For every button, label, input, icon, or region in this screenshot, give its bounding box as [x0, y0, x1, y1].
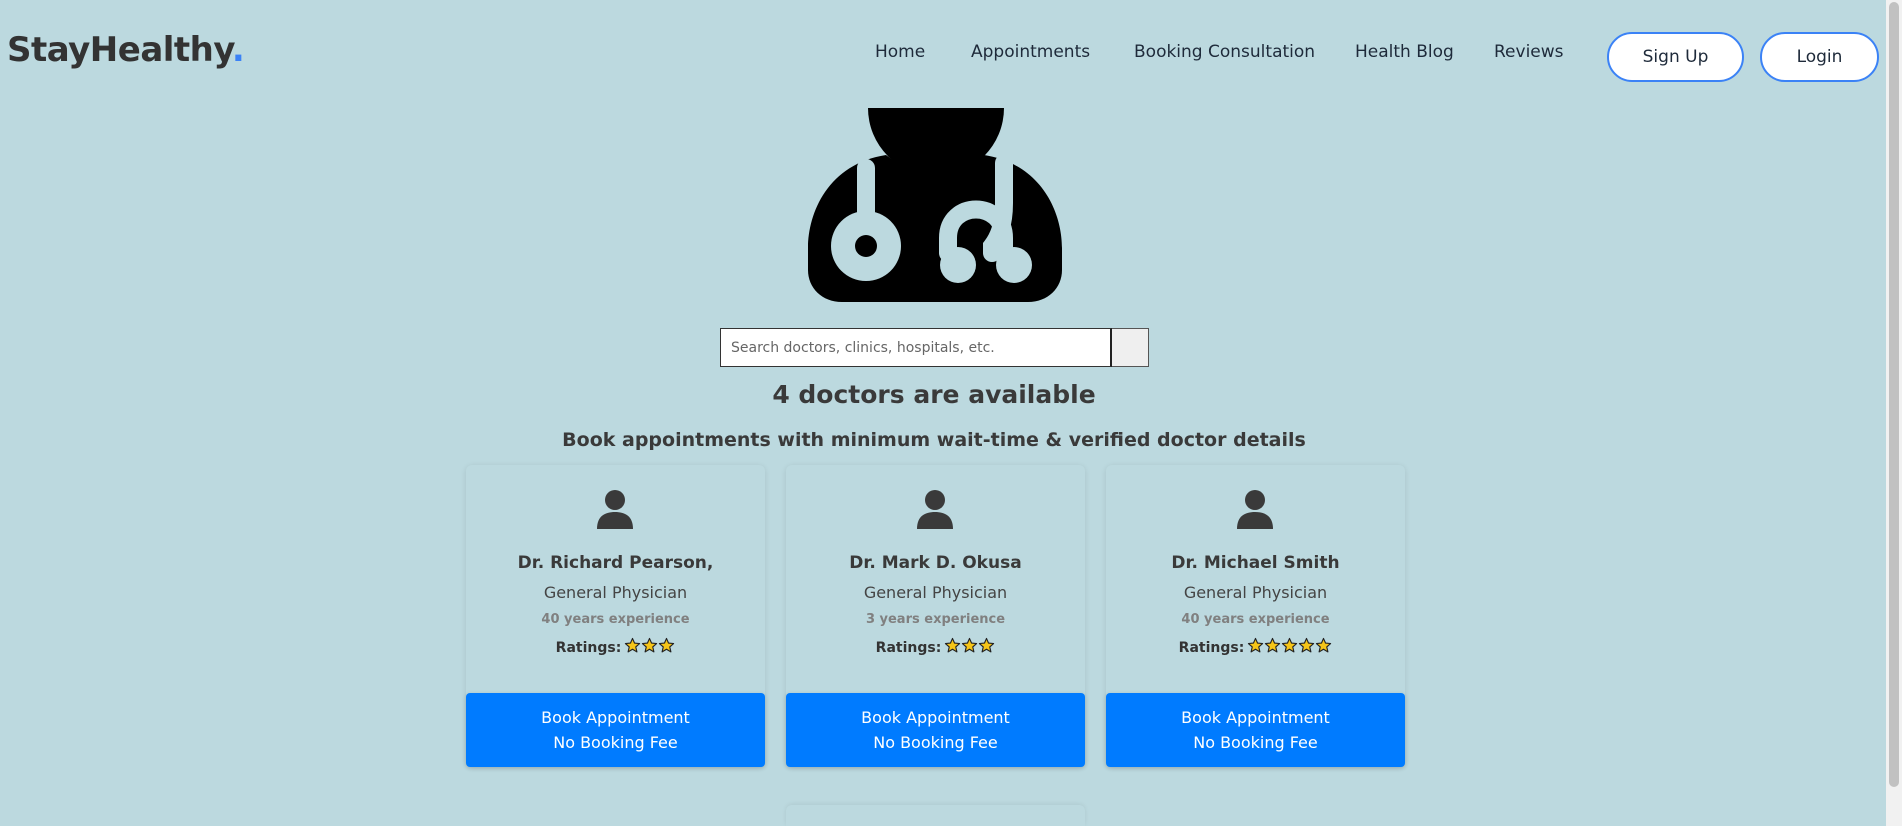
doctors-available-heading: 4 doctors are available: [772, 380, 1096, 409]
doctor-stethoscope-icon: [808, 108, 1062, 302]
doctor-card-partial: [786, 805, 1085, 826]
doctor-name: Dr. Mark D. Okusa: [849, 553, 1022, 573]
book-button-line2: No Booking Fee: [553, 733, 678, 752]
search-bar: [720, 328, 1149, 367]
star-icon: [1248, 637, 1264, 653]
book-button-line1: Book Appointment: [1181, 708, 1330, 727]
book-button-line2: No Booking Fee: [873, 733, 998, 752]
star-icon: [1265, 637, 1281, 653]
doctor-name: Dr. Michael Smith: [1171, 553, 1340, 573]
doctor-card: Dr. Richard Pearson, General Physician 4…: [466, 465, 765, 767]
star-icon: [1299, 637, 1315, 653]
doctor-name: Dr. Richard Pearson,: [517, 553, 714, 573]
book-appointment-button[interactable]: Book Appointment No Booking Fee: [786, 693, 1085, 767]
star-icon: [1282, 637, 1298, 653]
star-icon: [642, 637, 658, 653]
doctor-rating: Ratings:: [786, 637, 1085, 658]
doctor-speciality: General Physician: [543, 583, 688, 602]
nav-link-reviews[interactable]: Reviews: [1494, 42, 1564, 62]
book-button-line1: Book Appointment: [861, 708, 1010, 727]
logo-text: StayHealthy: [7, 30, 232, 70]
nav-link-health-blog[interactable]: Health Blog: [1355, 42, 1454, 62]
logo[interactable]: StayHealthy.: [7, 30, 245, 70]
doctor-card: Dr. Mark D. Okusa General Physician 3 ye…: [786, 465, 1085, 767]
doctor-experience: 3 years experience: [865, 612, 1006, 627]
ratings-label: Ratings:: [555, 639, 622, 656]
rating-stars: [624, 637, 675, 658]
search-button[interactable]: [1112, 328, 1149, 367]
doctor-rating: Ratings:: [466, 637, 765, 658]
star-icon: [945, 637, 961, 653]
rating-stars: [944, 637, 995, 658]
doctor-rating: Ratings:: [1106, 637, 1405, 658]
navbar: StayHealthy. Home Appointments Booking C…: [0, 0, 1886, 110]
user-icon: [1237, 490, 1273, 529]
book-appointment-button[interactable]: Book Appointment No Booking Fee: [1106, 693, 1405, 767]
subheading: Book appointments with minimum wait-time…: [562, 429, 1306, 451]
user-icon: [917, 490, 953, 529]
sign-up-button[interactable]: Sign Up: [1607, 32, 1744, 82]
doctor-experience: 40 years experience: [1181, 612, 1330, 627]
star-icon: [962, 637, 978, 653]
star-icon: [1316, 637, 1332, 653]
book-button-line1: Book Appointment: [541, 708, 690, 727]
search-input[interactable]: [720, 328, 1112, 367]
star-icon: [659, 637, 675, 653]
scrollbar[interactable]: [1886, 0, 1902, 826]
nav-link-appointments[interactable]: Appointments: [971, 42, 1090, 62]
star-icon: [625, 637, 641, 653]
doctor-experience: 40 years experience: [541, 612, 690, 627]
nav-link-booking-consultation[interactable]: Booking Consultation: [1134, 42, 1315, 62]
scrollbar-thumb[interactable]: [1889, 2, 1899, 787]
ratings-label: Ratings:: [875, 639, 942, 656]
book-button-line2: No Booking Fee: [1193, 733, 1318, 752]
star-icon: [979, 637, 995, 653]
login-button[interactable]: Login: [1760, 32, 1879, 82]
rating-stars: [1247, 637, 1332, 658]
ratings-label: Ratings:: [1178, 639, 1245, 656]
doctor-speciality: General Physician: [863, 583, 1008, 602]
doctor-card: Dr. Michael Smith General Physician 40 y…: [1106, 465, 1405, 767]
book-appointment-button[interactable]: Book Appointment No Booking Fee: [466, 693, 765, 767]
logo-dot: .: [231, 30, 245, 70]
nav-link-home[interactable]: Home: [875, 42, 925, 62]
doctor-speciality: General Physician: [1183, 583, 1328, 602]
user-icon: [597, 490, 633, 529]
